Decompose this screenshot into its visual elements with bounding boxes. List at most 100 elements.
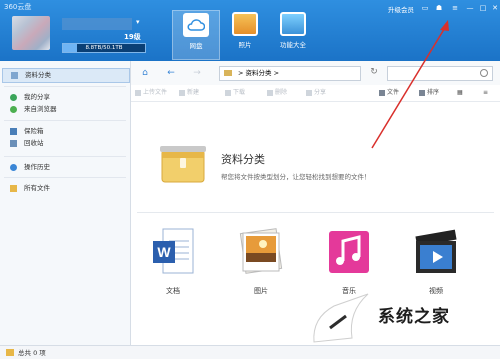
tab-label: 功能大全 xyxy=(280,41,306,49)
sidebar-item-label: 所有文件 xyxy=(24,184,50,192)
download-button[interactable]: 下载 xyxy=(225,87,245,99)
sidebar-item-all-files[interactable]: 所有文件 xyxy=(2,182,128,195)
file-filter-button[interactable]: 文件 xyxy=(379,87,399,99)
breadcrumb-separator: > xyxy=(238,69,244,77)
storage-text: 8.8TB/50.1TB xyxy=(85,45,123,51)
sidebar-item-trash[interactable]: 回收站 xyxy=(2,137,128,150)
plus-icon xyxy=(179,89,185,96)
page-title: 资料分类 xyxy=(221,153,265,166)
folder-icon xyxy=(10,185,17,192)
skin-icon[interactable]: ▭ xyxy=(420,4,430,13)
watermark: 系统之家 xyxy=(308,288,500,348)
search-icon[interactable] xyxy=(480,69,488,77)
share-icon xyxy=(10,94,17,101)
divider xyxy=(4,86,126,87)
category-label: 文档 xyxy=(166,287,180,295)
grid-view-icon[interactable]: ▦ xyxy=(457,87,463,99)
home-icon[interactable]: ⌂ xyxy=(139,67,151,79)
upload-button[interactable]: 上传文件 xyxy=(135,87,167,99)
folder-icon xyxy=(224,70,232,76)
refresh-icon[interactable]: ↻ xyxy=(367,66,381,79)
search-input[interactable] xyxy=(387,66,493,81)
category-icon xyxy=(11,72,18,79)
folder-icon xyxy=(6,349,14,356)
header: 360云盘 ▾ 19级 8.8TB/50.1TB 网盘 照片 功能大全 升级会员… xyxy=(0,0,500,61)
action-toolbar: 上传文件 新建 下载 删除 分享 文件 排序 ▦ ≡ xyxy=(131,85,500,102)
history-icon xyxy=(10,164,17,171)
picture-icon xyxy=(239,228,283,274)
category-documents[interactable]: W 文档 xyxy=(143,227,203,307)
tab-label: 网盘 xyxy=(189,42,203,50)
theme-icon[interactable]: ☗ xyxy=(434,4,444,13)
document-icon: W xyxy=(153,228,194,274)
avatar[interactable] xyxy=(12,16,50,50)
new-button[interactable]: 新建 xyxy=(179,87,199,99)
category-box-icon xyxy=(160,146,206,183)
video-icon xyxy=(415,229,457,273)
photos-icon xyxy=(232,12,258,36)
sidebar-item-label: 来自浏览器 xyxy=(24,105,57,113)
share-button[interactable]: 分享 xyxy=(306,87,326,99)
sidebar: 资料分类 我的分享 来自浏览器 保险箱 回收站 操作历史 所有文件 xyxy=(0,61,131,345)
sidebar-item-history[interactable]: 操作历史 xyxy=(2,161,128,174)
sort-button[interactable]: 排序 xyxy=(419,87,439,99)
breadcrumb-separator: > xyxy=(273,69,280,77)
maximize-button[interactable]: □ xyxy=(478,4,488,13)
back-arrow-icon[interactable]: ← xyxy=(165,67,177,79)
trash-icon xyxy=(10,140,17,147)
upgrade-link[interactable]: 升级会员 xyxy=(388,4,414,14)
download-icon xyxy=(225,89,231,96)
address-bar[interactable]: > 资料分类 > xyxy=(219,66,361,81)
download-label: 下载 xyxy=(233,89,246,96)
watermark-logo xyxy=(313,293,369,343)
file-label: 文件 xyxy=(387,89,400,96)
user-level: 19级 xyxy=(124,33,141,41)
storage-bar: 8.8TB/50.1TB xyxy=(62,43,146,53)
upload-icon xyxy=(135,89,141,96)
breadcrumb[interactable]: > 资料分类 > xyxy=(238,67,279,80)
sort-icon xyxy=(419,89,425,96)
forward-arrow-icon[interactable]: → xyxy=(191,67,203,79)
tab-label: 照片 xyxy=(238,41,252,49)
sidebar-item-label: 回收站 xyxy=(24,139,44,147)
safebox-icon xyxy=(10,128,17,135)
browser-icon xyxy=(10,106,17,113)
category-label: 图片 xyxy=(254,287,268,295)
category-pictures[interactable]: 图片 xyxy=(231,227,291,307)
cloud-icon xyxy=(183,13,209,37)
divider xyxy=(4,177,126,178)
sidebar-item-label: 操作历史 xyxy=(24,163,50,171)
chevron-down-icon[interactable]: ▾ xyxy=(136,18,140,26)
username-blurred[interactable] xyxy=(62,18,132,30)
sidebar-item-label: 资料分类 xyxy=(25,71,51,79)
upload-label: 上传文件 xyxy=(143,89,168,96)
share-label: 分享 xyxy=(314,89,327,96)
tab-apps[interactable]: 功能大全 xyxy=(270,10,316,58)
tab-cloud-drive[interactable]: 网盘 xyxy=(172,10,220,60)
calendar-icon xyxy=(379,89,385,96)
watermark-text: 系统之家 xyxy=(378,307,450,327)
page-description: 帮您将文件按类型划分，让您轻松找到想要的文件！ xyxy=(221,173,371,181)
sidebar-item-category[interactable]: 资料分类 xyxy=(2,68,130,83)
app-title: 360云盘 xyxy=(4,3,32,11)
trash-icon xyxy=(267,89,273,96)
apps-icon xyxy=(280,12,306,36)
delete-label: 删除 xyxy=(275,89,288,96)
list-view-icon[interactable]: ≡ xyxy=(483,87,488,99)
divider xyxy=(4,120,126,121)
sort-label: 排序 xyxy=(427,89,440,96)
tab-photos[interactable]: 照片 xyxy=(222,10,268,58)
minimize-button[interactable]: — xyxy=(465,4,475,13)
main-menu-icon[interactable]: ≡ xyxy=(450,4,460,13)
sidebar-item-browser[interactable]: 来自浏览器 xyxy=(2,103,128,116)
status-text: 总共 0 项 xyxy=(18,349,46,357)
music-icon xyxy=(329,231,369,273)
divider xyxy=(137,212,494,213)
breadcrumb-item[interactable]: 资料分类 xyxy=(246,69,272,77)
app-window: 360云盘 ▾ 19级 8.8TB/50.1TB 网盘 照片 功能大全 升级会员… xyxy=(0,0,500,359)
navigation-bar: ⌂ ← → > 资料分类 > ↻ xyxy=(131,61,500,86)
svg-text:W: W xyxy=(157,244,171,260)
delete-button[interactable]: 删除 xyxy=(267,87,287,99)
close-button[interactable]: ✕ xyxy=(490,4,500,13)
share-icon xyxy=(306,89,312,96)
